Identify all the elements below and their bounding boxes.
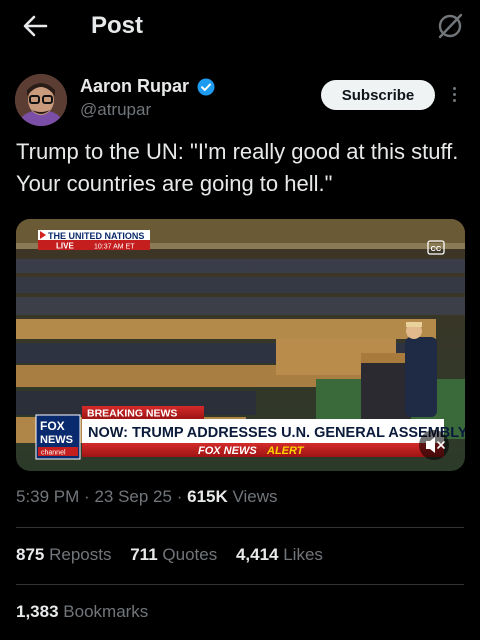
bookmarks-stat[interactable]: 1,383 Bookmarks (16, 602, 148, 622)
more-vertical-icon[interactable] (450, 84, 458, 108)
alert-brand: FOX NEWS (198, 445, 257, 457)
post-meta: 5:39 PM · 23 Sep 25 · 615K Views (16, 487, 278, 507)
meta-separator: · (176, 487, 183, 506)
verified-badge-icon (197, 78, 215, 96)
fox-logo-line3: channel (41, 450, 66, 457)
alert-word: ALERT (266, 445, 305, 457)
meta-separator: · (84, 487, 90, 506)
reposts-stat[interactable]: 875 Reposts (16, 545, 111, 564)
post-date: 23 Sep 25 (94, 487, 172, 506)
quotes-stat[interactable]: 711 Quotes (130, 545, 217, 564)
likes-stat[interactable]: 4,414 Likes (236, 545, 323, 564)
reposts-count: 875 (16, 545, 45, 564)
engagement-stats: 875 Reposts 711 Quotes 4,414 Likes (16, 545, 323, 565)
grok-icon[interactable] (436, 12, 464, 40)
views-count: 615K (187, 487, 228, 506)
fox-logo-line2: NEWS (40, 434, 73, 446)
author-handle[interactable]: @atrupar (80, 100, 151, 120)
avatar[interactable] (15, 74, 67, 126)
video-player[interactable]: THE UNITED NATIONS LIVE 10:37 AM ET CC B… (16, 219, 465, 471)
divider (16, 584, 464, 585)
cc-button[interactable]: CC (431, 244, 442, 253)
bookmarks-count: 1,383 (16, 602, 59, 621)
headline-text: NOW: TRUMP ADDRESSES U.N. GENERAL ASSEMB… (88, 425, 465, 441)
divider (16, 527, 464, 528)
quotes-count: 711 (130, 545, 158, 564)
subscribe-button[interactable]: Subscribe (321, 80, 435, 110)
top-bar: Post (0, 0, 480, 52)
live-label: LIVE (56, 242, 74, 251)
un-banner-text: THE UNITED NATIONS (48, 231, 144, 241)
tweet-text: Trump to the UN: "I'm really good at thi… (16, 139, 459, 196)
bookmarks-label: Bookmarks (63, 602, 149, 621)
likes-label: Likes (283, 545, 323, 564)
author-row: Aaron Rupar @atrupar Subscribe (0, 70, 480, 130)
live-time: 10:37 AM ET (94, 244, 135, 251)
reposts-label: Reposts (49, 545, 112, 564)
quotes-label: Quotes (162, 545, 218, 564)
arrow-left-icon[interactable] (20, 12, 50, 40)
likes-count: 4,414 (235, 545, 279, 564)
video-frame: THE UNITED NATIONS LIVE 10:37 AM ET CC B… (16, 219, 465, 471)
author-name[interactable]: Aaron Rupar (80, 76, 189, 97)
fox-logo-line1: FOX (40, 419, 65, 433)
post-time: 5:39 PM (16, 487, 80, 506)
avatar-image (15, 74, 67, 126)
breaking-news-label: BREAKING NEWS (87, 408, 177, 420)
page-title: Post (91, 12, 144, 39)
views-label: Views (232, 487, 278, 506)
